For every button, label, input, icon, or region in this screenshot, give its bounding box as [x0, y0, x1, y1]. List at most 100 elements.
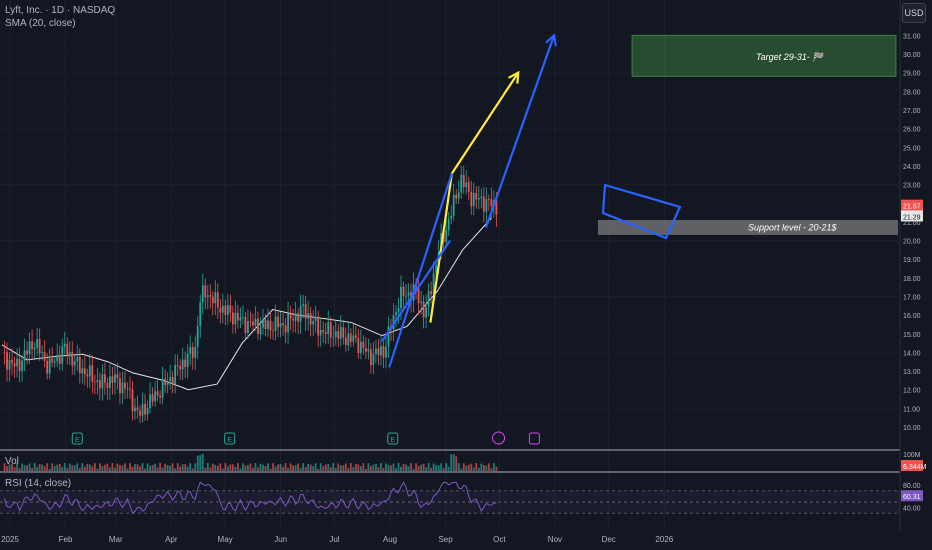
candle-body — [369, 349, 372, 366]
volume-bar — [267, 463, 269, 471]
volume-bar — [196, 455, 199, 471]
symbol-legend[interactable]: Lyft, Inc. · 1D · NASDAQ — [5, 5, 115, 16]
volume-bar — [407, 466, 410, 471]
sma-legend[interactable]: SMA (20, close) — [5, 18, 76, 29]
candle-body — [156, 391, 159, 396]
candle-body — [226, 305, 229, 315]
volume-bar — [485, 465, 488, 471]
price-chart[interactable]: E E E 2025 Feb Mar Apr May Jun Jul Aug Sep Oct Nov De… — [0, 0, 932, 550]
volume-bar — [457, 463, 460, 471]
volume-bar — [337, 463, 340, 471]
rsi-last-badge: 60.31 — [903, 494, 921, 501]
volume-bar — [362, 463, 365, 471]
volume-bar — [78, 468, 81, 471]
volume-bar — [33, 463, 36, 471]
volume-bar — [68, 463, 71, 471]
candle-body — [294, 313, 297, 321]
volume-bar — [134, 464, 136, 471]
candle-body — [26, 350, 28, 355]
volume-bar — [103, 464, 106, 471]
candle-body — [201, 285, 204, 303]
volume-bar — [236, 463, 239, 471]
candle-body — [354, 335, 357, 338]
volume-bar — [146, 463, 149, 471]
price-tick-label: 16.00 — [903, 313, 921, 320]
candle-body — [229, 305, 232, 313]
volume-bar — [452, 454, 455, 471]
volume-bar — [109, 467, 111, 471]
volume-bar — [447, 466, 450, 471]
volume-bar — [357, 464, 360, 471]
x-tick-label: May — [218, 535, 233, 544]
candle-body — [284, 325, 287, 333]
rsi-legend[interactable]: RSI (14, close) — [5, 478, 71, 489]
candle-body — [342, 327, 345, 338]
candle-body — [131, 389, 134, 412]
candle-body — [402, 286, 405, 297]
volume-bar — [242, 463, 244, 471]
volume-bar — [432, 463, 435, 471]
volume-bar — [460, 468, 463, 471]
candle-body — [68, 352, 71, 357]
volume-bar — [467, 464, 470, 471]
price-tick-label: 12.00 — [903, 388, 921, 395]
candle-body — [334, 331, 337, 337]
volume-bar — [442, 468, 445, 471]
volume-bar — [359, 466, 362, 471]
volume-bar — [317, 468, 320, 471]
candle-body — [36, 338, 39, 348]
candle-body — [224, 305, 227, 315]
volume-bar — [327, 464, 330, 471]
volume-bar — [412, 468, 415, 471]
candle-body — [126, 388, 129, 390]
volume-bar — [199, 454, 202, 471]
volume-bar — [214, 464, 217, 471]
candle-body — [247, 321, 249, 333]
volume-bar — [309, 464, 312, 471]
volume-bar — [252, 467, 254, 471]
volume-bar — [462, 463, 465, 471]
volume-bar — [174, 468, 177, 471]
volume-bar — [221, 468, 224, 471]
candle-body — [236, 312, 239, 321]
volume-bar — [209, 467, 212, 471]
volume-bar — [342, 465, 345, 471]
volume-bar — [490, 468, 493, 471]
volume-bar — [83, 466, 86, 471]
candle-body — [146, 408, 149, 415]
candle-body — [164, 378, 167, 386]
volume-legend[interactable]: Vol — [5, 456, 19, 467]
candle-body — [357, 337, 360, 353]
candle-body — [73, 361, 76, 366]
volume-bar — [36, 466, 39, 471]
candle-body — [101, 374, 104, 389]
volume-bar — [390, 465, 392, 471]
rsi-pane — [0, 481, 900, 514]
volume-bar — [450, 454, 453, 471]
candle-body — [216, 292, 219, 308]
candle-body — [63, 343, 66, 347]
candle-body — [480, 196, 483, 199]
candle-body — [171, 377, 174, 385]
price-tick-label: 11.00 — [903, 406, 920, 413]
volume-bar — [154, 463, 156, 471]
price-tick-label: 19.00 — [903, 257, 921, 264]
x-tick-label: Nov — [548, 535, 562, 544]
candle-body — [349, 333, 352, 342]
currency-button[interactable]: USD — [902, 3, 926, 23]
rsi-tick-label: 40.00 — [903, 506, 921, 513]
volume-bar — [422, 463, 425, 471]
volume-bar — [289, 463, 292, 471]
volume-bar — [304, 467, 307, 471]
volume-bar — [18, 467, 21, 471]
candle-body — [154, 391, 156, 402]
volume-bar — [455, 456, 458, 471]
candle-body — [16, 358, 18, 367]
channel-upper-line — [388, 173, 453, 368]
volume-bar — [427, 463, 430, 471]
candle-body — [425, 306, 428, 318]
volume-bar — [93, 463, 96, 471]
volume-bar — [402, 464, 405, 471]
volume-bar — [161, 467, 164, 471]
volume-bar — [81, 463, 84, 471]
